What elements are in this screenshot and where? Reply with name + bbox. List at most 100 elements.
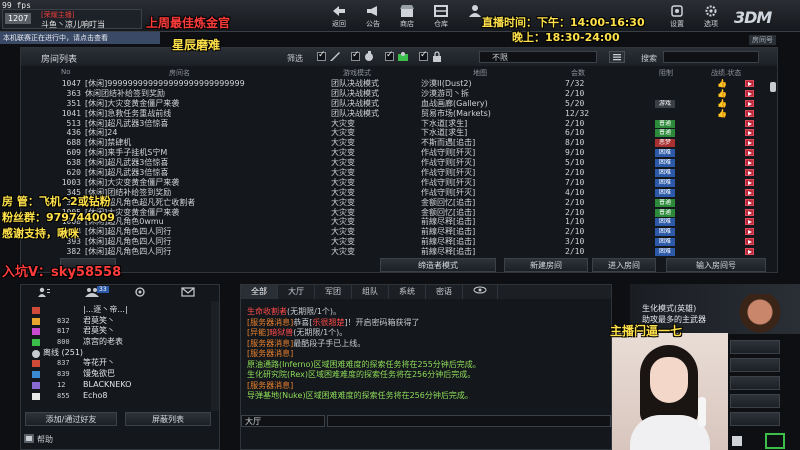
room-join-icon[interactable] <box>745 228 754 236</box>
room-row[interactable]: 513 [休闲]超凡武器3倍惊喜 大灾变 下水道[求生] 2/10 普通 <box>21 119 777 129</box>
chat-tab-team[interactable]: 组队 <box>352 285 389 299</box>
tab-group[interactable] <box>69 285 117 299</box>
chat-tab-whisper[interactable]: 密语 <box>426 285 463 299</box>
notice-bar[interactable]: 本机联赛正在进行中，请点击查看 <box>0 32 160 44</box>
room-difficulty-badge: 困难 <box>655 169 675 178</box>
filter-grenade-checkbox[interactable] <box>351 50 360 61</box>
tab-clan[interactable] <box>117 285 165 299</box>
room-number-label[interactable]: 房间号 <box>749 35 776 45</box>
room-row[interactable]: 1041 [休闲]急救任务重战前线 团队决战模式 贸易市场(Markets) 12/32… <box>21 109 777 119</box>
col-map[interactable]: 地图 <box>473 68 487 78</box>
room-row[interactable]: 638 [休闲]超凡武器3倍惊喜 大灾变 作战守则[歼灭] 5/10 困难 <box>21 158 777 168</box>
enter-room-button[interactable]: 进入房间 <box>592 258 656 272</box>
room-join-icon[interactable] <box>745 238 754 246</box>
room-join-icon[interactable] <box>745 109 754 117</box>
nav-shop-button[interactable]: 商店 <box>390 2 424 30</box>
room-menu-button[interactable] <box>609 51 625 63</box>
help-icon[interactable] <box>24 434 34 443</box>
chat-tab-legion[interactable]: 军团 <box>315 285 352 299</box>
friend-item[interactable]: 855 Echo8 <box>21 391 211 402</box>
chat-input[interactable] <box>327 415 611 427</box>
room-search-input[interactable] <box>663 51 759 63</box>
create-room-button[interactable]: 新建房间 <box>504 258 588 272</box>
room-row[interactable]: 1003 [休闲]大灾变黄金僵尸来袭 大灾变 作战守则[歼灭] 7/10 困难 <box>21 178 777 188</box>
room-list-scrollbar[interactable] <box>769 78 777 248</box>
nav-storage-button[interactable]: 仓库 <box>424 2 458 30</box>
room-row[interactable]: 688 [休闲]禁肆机 大灾变 不斯而遇[追击] 8/10 恶梦 <box>21 138 777 148</box>
chat-tab-system[interactable]: 系统 <box>389 285 426 299</box>
room-row[interactable]: 609 [休闲]来手子挂机S宁M 大灾变 作战守则[歼灭] 9/10 困难 <box>21 148 777 158</box>
room-join-icon[interactable] <box>745 218 754 226</box>
nav-notice-button[interactable]: 公告 <box>356 2 390 30</box>
chat-tab-lobby[interactable]: 大厅 <box>278 285 315 299</box>
room-join-icon[interactable] <box>745 129 754 137</box>
room-row[interactable]: 1047 [休闲]999999999999999999999999999 团队决战模… <box>21 79 777 89</box>
nav-options-button[interactable]: 选项 <box>694 2 728 30</box>
filter-lock-checkbox[interactable] <box>419 50 428 61</box>
col-count[interactable]: 会数 <box>571 68 585 78</box>
room-join-icon[interactable] <box>745 198 754 206</box>
chat-tab-settings[interactable] <box>463 285 498 299</box>
room-join-icon[interactable] <box>745 139 754 147</box>
friend-group-header[interactable]: 离线 (251) <box>21 348 211 359</box>
room-join-icon[interactable] <box>745 99 754 107</box>
chat-tab-all[interactable]: 全部 <box>241 285 278 299</box>
room-row[interactable]: 382 [休闲]超凡角色四人同行 大灾变 前線尽释[追击] 2/10 困难 <box>21 247 777 257</box>
room-row[interactable]: 618 [休闲]超凡角色四人同行 大灾变 前線尽释[追击] 2/10 困难 <box>21 227 777 237</box>
room-join-icon[interactable] <box>745 149 754 157</box>
add-friend-button[interactable]: 添加/通过好友 <box>25 412 117 426</box>
room-scroll-thumb[interactable] <box>770 82 776 92</box>
side-button-2[interactable] <box>730 358 780 372</box>
friend-item[interactable]: 12 BLACKNEKO <box>21 380 211 391</box>
room-join-icon[interactable] <box>745 80 754 87</box>
room-row[interactable]: 1005 [休闲]大灾变黄金僵尸来袭 大灾变 金额回忆[追击] 2/10 普通 <box>21 208 777 218</box>
input-room-number-button[interactable]: 输入房间号 <box>666 258 766 272</box>
room-join-icon[interactable] <box>745 188 754 196</box>
room-join-icon[interactable] <box>745 169 754 177</box>
room-join-icon[interactable] <box>745 208 754 216</box>
tab-mail[interactable] <box>165 285 213 299</box>
side-button-4[interactable] <box>730 394 780 408</box>
room-row[interactable]: 351 [休闲]大灾变黄金僵尸来袭 团队决战模式 血战画廊(Gallery) 5/20 游… <box>21 99 777 109</box>
filter-select[interactable]: 不限 <box>479 51 597 63</box>
friend-item[interactable]: 837 等花开丶 <box>21 358 211 369</box>
block-list-button[interactable]: 屏蔽列表 <box>125 412 211 426</box>
friend-item[interactable]: 832 君莫笑丶 <box>21 316 211 327</box>
chat-channel-select[interactable]: 大厅 <box>241 415 325 427</box>
player-card[interactable]: 1207 [荣耀主播] 斗鱼丶凉儿响叮当 <box>2 9 142 29</box>
room-row[interactable]: 620 [休闲]超凡武器3倍惊喜 大灾变 作战守则[歼灭] 2/10 困难 <box>21 168 777 178</box>
col-limit[interactable]: 阻制 <box>659 68 673 78</box>
room-row[interactable]: 345 [休闲]团结补给签到奖励 大灾变 作战守则[歼灭] 4/10 困难 <box>21 188 777 198</box>
room-join-icon[interactable] <box>745 248 754 256</box>
tab-friends[interactable] <box>21 285 69 299</box>
room-join-icon[interactable] <box>745 178 754 186</box>
col-name[interactable]: 房间名 <box>169 68 190 78</box>
col-mode[interactable]: 游戏模式 <box>343 68 371 78</box>
room-row[interactable]: 301 [休闲]超凡角色超凡死亡收割者 大灾变 金额回忆[追击] 2/10 普通 <box>21 198 777 208</box>
side-button-5[interactable] <box>730 412 780 426</box>
friend-item[interactable]: |...逐丶帝...| <box>21 305 211 316</box>
side-button-1[interactable] <box>730 340 780 354</box>
creator-mode-button[interactable]: 缔造者模式 <box>380 258 496 272</box>
room-join-icon[interactable] <box>745 89 754 97</box>
nav-back-button[interactable]: 返回 <box>322 2 356 30</box>
room-row[interactable]: 1008 [休闲]超凡角色0wmu 大灾变 前線尽释[追击] 1/10 困难 <box>21 217 777 227</box>
room-row[interactable]: 393 [休闲]超凡角色四人同行 大灾变 前線尽释[追击] 3/10 困难 <box>21 237 777 247</box>
room-row[interactable]: 436 [休闲]24 大灾变 下水道[求生] 6/10 普通 <box>21 128 777 138</box>
room-join-icon[interactable] <box>745 159 754 167</box>
filter-knife-checkbox[interactable] <box>317 50 326 61</box>
room-join-icon[interactable] <box>745 119 754 127</box>
filter-crate-checkbox[interactable] <box>385 50 394 61</box>
tray-icons[interactable] <box>730 430 800 450</box>
room-players: 1/10 <box>565 217 585 227</box>
friend-item[interactable]: 817 君莫笑丶 <box>21 326 211 337</box>
col-status[interactable]: 战绩.状态 <box>711 68 741 78</box>
friend-item[interactable]: 800 凉宫的老表 <box>21 337 211 348</box>
side-button-3[interactable] <box>730 376 780 390</box>
friend-list-scrollbar[interactable] <box>211 301 219 411</box>
help-button[interactable]: 帮助 <box>37 434 53 445</box>
nav-settings-button[interactable]: 设置 <box>660 2 694 30</box>
friend-item[interactable]: 839 馒兔欲巴 <box>21 369 211 380</box>
col-no[interactable]: No <box>61 68 71 76</box>
room-row[interactable]: 363 休闲团结补给签到奖励 团队决战模式 沙漠游司丶拆 2/10 👍 <box>21 89 777 99</box>
